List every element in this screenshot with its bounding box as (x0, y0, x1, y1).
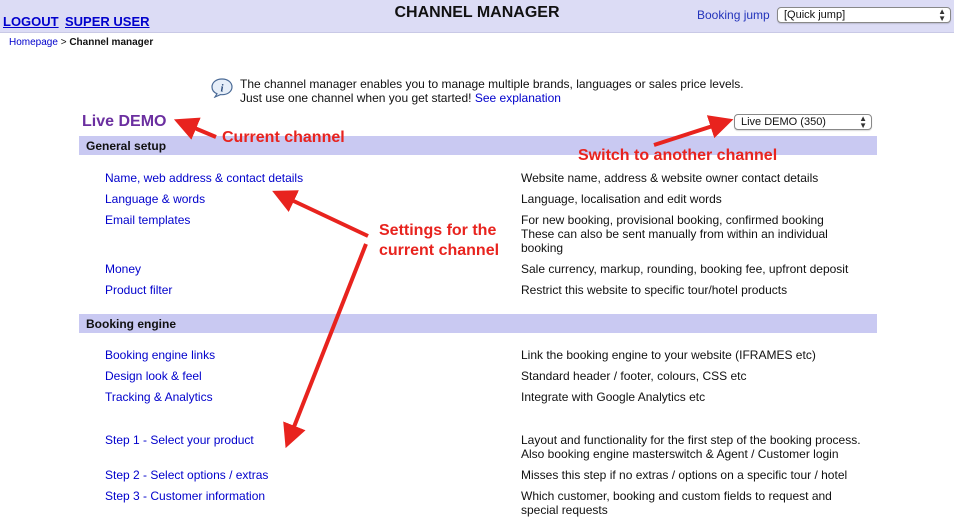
desc-language-words: Language, localisation and edit words (521, 192, 722, 206)
link-name-web-address[interactable]: Name, web address & contact details (105, 171, 303, 185)
intro-line2: Just use one channel when you get starte… (240, 91, 744, 105)
desc-tracking-analytics: Integrate with Google Analytics etc (521, 390, 706, 404)
link-booking-engine-links[interactable]: Booking engine links (105, 348, 215, 362)
arrow-to-booking-steps (283, 243, 368, 449)
link-tracking-analytics[interactable]: Tracking & Analytics (105, 390, 213, 404)
intro-line2-text: Just use one channel when you get starte… (240, 91, 472, 105)
intro-line1: The channel manager enables you to manag… (240, 77, 744, 91)
select-arrows-icon: ▲ ▼ (859, 114, 867, 130)
top-bar: LOGOUT SUPER USER CHANNEL MANAGER Bookin… (0, 0, 954, 33)
channel-select[interactable]: Live DEMO (350) ▲ ▼ (734, 114, 872, 130)
desc-money: Sale currency, markup, rounding, booking… (521, 262, 849, 276)
booking-jump-label[interactable]: Booking jump (697, 8, 770, 22)
annotation-current-channel: Current channel (222, 129, 345, 146)
link-step2-select-options[interactable]: Step 2 - Select options / extras (105, 468, 268, 482)
annotation-settings: Settings for the current channel (379, 221, 499, 261)
link-language-words[interactable]: Language & words (105, 192, 205, 206)
breadcrumb-separator: > (60, 37, 67, 48)
desc-email-templates: For new booking, provisional booking, co… (521, 213, 828, 255)
channel-select-value: Live DEMO (350) (741, 116, 826, 128)
breadcrumb-current: Channel manager (69, 37, 154, 48)
select-arrows-icon: ▲ ▼ (938, 7, 946, 23)
link-step3-customer-info[interactable]: Step 3 - Customer information (105, 489, 265, 503)
link-email-templates[interactable]: Email templates (105, 213, 190, 227)
section-header-booking-engine: Booking engine (79, 314, 877, 333)
annotation-settings-line2: current channel (379, 242, 500, 259)
intro-text: The channel manager enables you to manag… (240, 77, 744, 105)
breadcrumb-home-link[interactable]: Homepage (9, 37, 58, 48)
current-channel-name: Live DEMO (82, 113, 167, 130)
arrow-to-general-settings (272, 190, 369, 238)
annotation-switch-channel: Switch to another channel (578, 147, 778, 164)
quick-jump-value: [Quick jump] (784, 9, 846, 21)
annotation-settings-line1: Settings for the (379, 222, 497, 239)
link-product-filter[interactable]: Product filter (105, 283, 172, 297)
desc-step2-select-options: Misses this step if no extras / options … (521, 468, 848, 482)
desc-name-web-address: Website name, address & website owner co… (521, 171, 819, 185)
desc-step1-select-product: Layout and functionality for the first s… (521, 433, 861, 461)
link-money[interactable]: Money (105, 262, 141, 276)
info-icon: i (211, 78, 233, 98)
see-explanation-link[interactable]: See explanation (475, 91, 561, 105)
link-design-look-feel[interactable]: Design look & feel (105, 369, 202, 383)
desc-product-filter: Restrict this website to specific tour/h… (521, 283, 788, 297)
breadcrumb: Homepage > Channel manager (9, 37, 153, 48)
desc-step3-customer-info: Which customer, booking and custom field… (521, 489, 832, 517)
link-step1-select-product[interactable]: Step 1 - Select your product (105, 433, 254, 447)
desc-booking-engine-links: Link the booking engine to your website … (521, 348, 816, 362)
desc-design-look-feel: Standard header / footer, colours, CSS e… (521, 369, 747, 383)
quick-jump-select[interactable]: [Quick jump] ▲ ▼ (777, 7, 951, 23)
